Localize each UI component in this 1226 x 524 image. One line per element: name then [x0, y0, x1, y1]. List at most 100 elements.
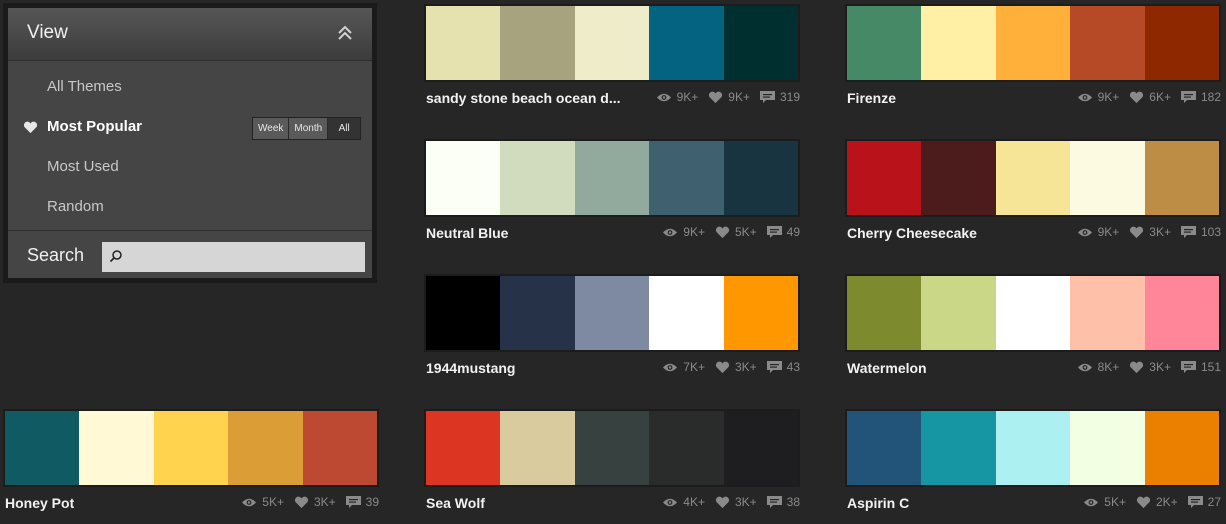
filter-month-button[interactable]: Month	[289, 118, 329, 139]
time-filter: Week Month All	[252, 117, 362, 140]
comments-stat[interactable]: 39	[345, 495, 379, 509]
color-swatch	[649, 6, 724, 80]
theme-name[interactable]: Watermelon	[847, 360, 927, 376]
color-swatches[interactable]	[845, 139, 1221, 217]
theme-name[interactable]: 1944mustang	[426, 360, 515, 376]
eye-icon	[663, 498, 678, 506]
theme-name[interactable]: sandy stone beach ocean d...	[426, 90, 621, 106]
comments-stat[interactable]: 151	[1180, 360, 1221, 374]
color-swatch	[649, 411, 724, 485]
color-swatch	[500, 141, 575, 215]
chevron-up-double-icon[interactable]	[336, 24, 354, 42]
likes-count: 3K+	[734, 495, 757, 509]
heart-icon	[23, 121, 38, 134]
theme-name[interactable]: Cherry Cheesecake	[847, 225, 977, 241]
heart-icon	[1136, 496, 1151, 508]
view-panel: View All Themes Most Popular Week Month …	[3, 3, 377, 283]
color-swatches[interactable]	[845, 409, 1221, 487]
theme-stats: 5K+ 2K+ 27	[1073, 495, 1221, 509]
likes-stat[interactable]: 3K+	[715, 495, 757, 509]
theme-card[interactable]: Neutral Blue 9K+ 5K+ 49	[424, 139, 800, 249]
theme-card[interactable]: sandy stone beach ocean d... 9K+ 9K+ 319	[424, 4, 800, 114]
views-count: 7K+	[683, 360, 705, 374]
color-swatches[interactable]	[3, 409, 379, 487]
color-swatches[interactable]	[424, 409, 800, 487]
color-swatch	[1070, 411, 1145, 485]
theme-name[interactable]: Honey Pot	[5, 495, 74, 511]
comments-stat[interactable]: 103	[1180, 225, 1221, 239]
color-swatch	[723, 411, 799, 485]
likes-count: 3K+	[313, 495, 336, 509]
comments-stat[interactable]: 38	[766, 495, 800, 509]
comment-icon	[1180, 90, 1196, 103]
theme-card[interactable]: Sea Wolf 4K+ 3K+ 38	[424, 409, 800, 519]
comments-stat[interactable]: 27	[1187, 495, 1221, 509]
comment-icon	[1187, 495, 1203, 508]
comment-icon	[766, 495, 782, 508]
theme-name[interactable]: Firenze	[847, 90, 896, 106]
comments-count: 49	[786, 225, 800, 239]
theme-card[interactable]: Firenze 9K+ 6K+ 182	[845, 4, 1221, 114]
comments-count: 182	[1200, 90, 1221, 104]
comment-icon	[345, 495, 361, 508]
color-swatch	[847, 6, 922, 80]
color-swatch	[1070, 6, 1145, 80]
theme-stats: 5K+ 3K+ 39	[231, 495, 379, 509]
heart-icon	[709, 91, 723, 103]
theme-name[interactable]: Neutral Blue	[426, 225, 508, 241]
likes-stat[interactable]: 3K+	[1129, 225, 1171, 239]
comments-stat[interactable]: 43	[766, 360, 800, 374]
theme-stats: 9K+ 6K+ 182	[1067, 90, 1221, 104]
comments-stat[interactable]: 319	[759, 90, 800, 104]
search-input[interactable]	[102, 242, 365, 272]
comments-count: 319	[779, 90, 800, 104]
theme-stats: 9K+ 3K+ 103	[1067, 225, 1221, 239]
color-swatch	[995, 141, 1071, 215]
color-swatch	[426, 411, 501, 485]
filter-week-button[interactable]: Week	[253, 118, 290, 139]
color-swatch	[574, 276, 650, 350]
likes-stat[interactable]: 5K+	[715, 225, 757, 239]
eye-icon	[663, 228, 678, 236]
theme-name[interactable]: Aspirin C	[847, 495, 909, 511]
color-swatch	[574, 6, 650, 80]
color-swatches[interactable]	[424, 139, 800, 217]
theme-name[interactable]: Sea Wolf	[426, 495, 485, 511]
color-swatches[interactable]	[424, 4, 800, 82]
color-swatch	[1144, 276, 1220, 350]
likes-stat[interactable]: 3K+	[294, 495, 336, 509]
likes-count: 5K+	[734, 225, 757, 239]
likes-stat[interactable]: 3K+	[715, 360, 757, 374]
views-count: 8K+	[1097, 360, 1120, 374]
likes-stat[interactable]: 9K+	[708, 90, 750, 104]
theme-card[interactable]: Watermelon 8K+ 3K+ 151	[845, 274, 1221, 384]
likes-count: 2K+	[1155, 495, 1178, 509]
view-header[interactable]: View	[8, 8, 372, 61]
views-count: 5K+	[1104, 495, 1126, 509]
views-count: 9K+	[676, 90, 699, 104]
color-swatch	[995, 411, 1071, 485]
color-swatches[interactable]	[845, 4, 1221, 82]
views-stat: 9K+	[662, 225, 705, 239]
likes-stat[interactable]: 3K+	[1129, 360, 1171, 374]
color-swatch	[79, 411, 154, 485]
theme-card[interactable]: Cherry Cheesecake 9K+ 3K+ 103	[845, 139, 1221, 249]
comments-stat[interactable]: 182	[1180, 90, 1221, 104]
theme-card[interactable]: Honey Pot 5K+ 3K+ 39	[3, 409, 379, 519]
color-swatches[interactable]	[845, 274, 1221, 352]
nav-item-random[interactable]: Random	[47, 198, 104, 215]
nav-item-all-themes[interactable]: All Themes	[47, 78, 122, 95]
theme-card[interactable]: 1944mustang 7K+ 3K+ 43	[424, 274, 800, 384]
theme-card[interactable]: Aspirin C 5K+ 2K+ 27	[845, 409, 1221, 519]
nav-item-most-used[interactable]: Most Used	[47, 158, 119, 175]
filter-all-button[interactable]: All	[328, 118, 361, 139]
color-swatch	[1144, 6, 1220, 80]
comments-stat[interactable]: 49	[766, 225, 800, 239]
nav-item-most-popular[interactable]: Most Popular	[47, 118, 142, 135]
color-swatch	[1070, 276, 1145, 350]
divider	[8, 230, 372, 231]
likes-stat[interactable]: 6K+	[1129, 90, 1171, 104]
color-swatches[interactable]	[424, 274, 800, 352]
likes-stat[interactable]: 2K+	[1136, 495, 1178, 509]
views-stat: 9K+	[656, 90, 699, 104]
